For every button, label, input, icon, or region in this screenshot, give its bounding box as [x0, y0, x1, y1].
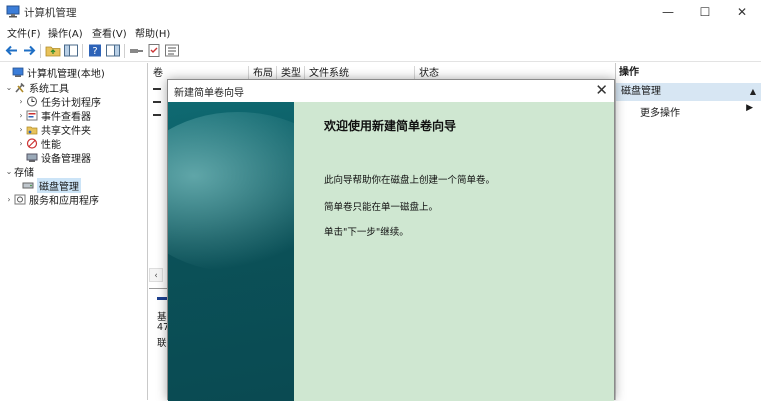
tree-item-storage[interactable]: ⌄ 存储	[4, 164, 34, 179]
volume-row-marker[interactable]	[153, 114, 161, 116]
tree-item-task-scheduler[interactable]: › 任务计划程序	[16, 94, 101, 109]
tree-item-label: 系统工具	[29, 83, 69, 95]
menu-help[interactable]: 帮助(H)	[135, 25, 170, 40]
wizard-description: 此向导帮助你在磁盘上创建一个简单卷。	[324, 175, 496, 186]
chevron-right-icon[interactable]: ›	[4, 195, 14, 204]
wizard-close-button[interactable]: ✕	[595, 81, 608, 99]
performance-icon	[26, 137, 38, 149]
svg-text:?: ?	[92, 46, 97, 57]
tree-item-root[interactable]: 计算机管理(本地)	[2, 65, 105, 80]
services-icon	[14, 194, 26, 204]
disk-status-fragment: 联	[157, 338, 167, 349]
up-folder-icon[interactable]	[45, 43, 61, 58]
chevron-right-icon[interactable]: ›	[16, 139, 26, 148]
chevron-right-icon[interactable]: ›	[16, 125, 26, 134]
actions-section-disk-management[interactable]: 磁盘管理 ▲	[616, 83, 761, 101]
maximize-button[interactable]: ☐	[687, 0, 723, 24]
tree-item-label: 性能	[41, 139, 61, 151]
chevron-down-icon[interactable]: ⌄	[4, 167, 14, 176]
toolbar-separator	[40, 44, 41, 58]
chevron-right-icon[interactable]: ›	[16, 111, 26, 120]
action-pane-icon[interactable]	[105, 43, 121, 58]
tree-item-shared-folders[interactable]: › 共享文件夹	[16, 122, 91, 137]
properties-icon[interactable]	[164, 43, 180, 58]
tree-item-label: 事件查看器	[41, 111, 91, 123]
clock-icon	[27, 96, 37, 106]
close-button[interactable]: ✕	[724, 0, 760, 24]
shared-folder-icon	[26, 126, 38, 134]
tree-item-label: 设备管理器	[41, 153, 91, 165]
wizard-note: 简单卷只能在单一磁盘上。	[324, 202, 439, 213]
chevron-right-icon[interactable]: ›	[16, 97, 26, 106]
disk-label-fragment: 基	[157, 312, 167, 323]
menu-file[interactable]: 文件(F)	[7, 25, 41, 40]
connect-icon[interactable]	[128, 43, 144, 58]
actions-pane: 操作 磁盘管理 ▲ 更多操作 ▶	[615, 63, 761, 400]
more-actions-link[interactable]: 更多操作	[640, 104, 680, 119]
event-viewer-icon	[26, 110, 38, 120]
help-icon[interactable]: ?	[87, 43, 103, 58]
console-tree: 计算机管理(本地) ⌄ 系统工具 › 任务计划程序 › 事件查看器 › 共享文件…	[0, 63, 148, 400]
actions-title: 操作	[616, 65, 761, 81]
computer-management-icon	[6, 5, 20, 18]
computer-management-icon	[12, 67, 24, 77]
console-tree-icon[interactable]	[63, 43, 79, 58]
tree-item-event-viewer[interactable]: › 事件查看器	[16, 108, 91, 123]
toolbar-separator	[82, 44, 83, 58]
device-manager-icon	[26, 153, 38, 162]
tree-item-performance[interactable]: › 性能	[16, 136, 61, 151]
minimize-button[interactable]: —	[650, 0, 686, 24]
tree-item-label: 服务和应用程序	[29, 195, 99, 207]
tree-item-label: 存储	[14, 167, 34, 179]
toolbar: ?	[0, 40, 761, 62]
menu-view[interactable]: 查看(V)	[92, 25, 127, 40]
wizard-title: 新建简单卷向导	[174, 88, 244, 99]
window-title: 计算机管理	[24, 7, 77, 19]
menu-bar: 文件(F) 操作(A) 查看(V) 帮助(H)	[0, 24, 761, 40]
tree-item-label: 计算机管理(本地)	[27, 68, 105, 80]
title-bar: 计算机管理 — ☐ ✕	[0, 0, 761, 24]
menu-action[interactable]: 操作(A)	[48, 25, 83, 40]
scroll-left-arrow-icon[interactable]: ‹	[149, 268, 163, 282]
tree-item-label: 磁盘管理	[37, 177, 81, 193]
new-simple-volume-wizard: 新建简单卷向导 ✕ 欢迎使用新建简单卷向导 此向导帮助你在磁盘上创建一个简单卷。…	[167, 79, 615, 401]
disk-color-bar	[157, 297, 167, 300]
tree-item-label: 任务计划程序	[41, 97, 101, 109]
wizard-side-banner	[168, 102, 294, 401]
tree-item-device-manager[interactable]: 设备管理器	[26, 150, 91, 165]
actions-section-label: 磁盘管理	[621, 86, 661, 97]
checklist-icon[interactable]	[146, 43, 162, 58]
wizard-heading: 欢迎使用新建简单卷向导	[324, 119, 457, 133]
volume-row-marker[interactable]	[153, 101, 161, 103]
chevron-right-icon[interactable]: ▶	[746, 103, 753, 113]
wizard-instruction: 单击"下一步"继续。	[324, 227, 409, 238]
tree-item-label: 共享文件夹	[41, 125, 91, 137]
tree-item-system-tools[interactable]: ⌄ 系统工具	[4, 80, 69, 95]
disk-icon	[22, 182, 34, 188]
volume-row-marker[interactable]	[153, 88, 161, 90]
back-arrow-icon[interactable]	[4, 43, 20, 58]
wizard-banner-graphic	[168, 112, 294, 272]
tree-item-services-apps[interactable]: › 服务和应用程序	[4, 192, 99, 207]
forward-arrow-icon[interactable]	[21, 43, 37, 58]
chevron-down-icon[interactable]: ⌄	[4, 83, 14, 92]
wizard-content: 欢迎使用新建简单卷向导 此向导帮助你在磁盘上创建一个简单卷。 简单卷只能在单一磁…	[294, 102, 614, 401]
tools-icon	[15, 82, 25, 93]
toolbar-separator	[124, 44, 125, 58]
collapse-up-icon[interactable]: ▲	[750, 83, 756, 101]
tree-item-disk-management[interactable]: 磁盘管理	[22, 177, 81, 193]
